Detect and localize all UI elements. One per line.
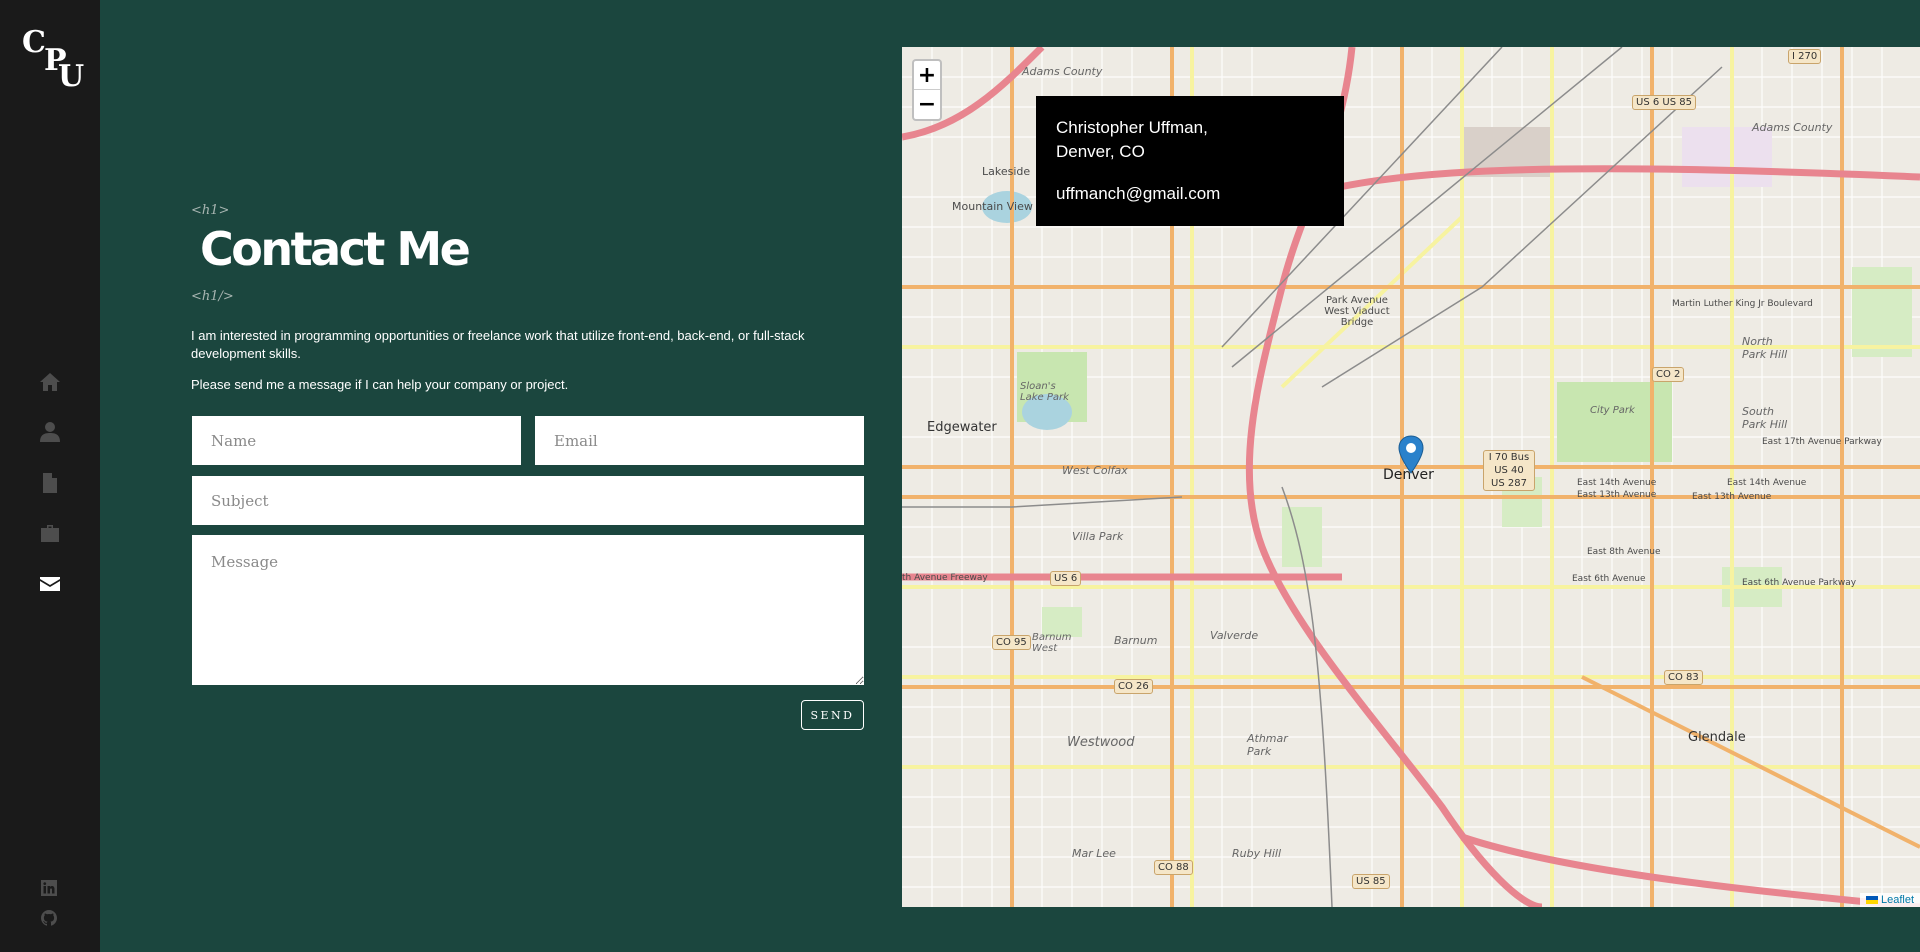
map-label: Barnum West xyxy=(1032,632,1072,654)
h1-open-tag: <h1> xyxy=(191,203,230,218)
info-email[interactable]: uffmanch@gmail.com xyxy=(1056,182,1324,206)
map-label: Lakeside xyxy=(982,165,1031,178)
nav-resume[interactable] xyxy=(36,469,64,497)
map-label: Mountain View xyxy=(952,200,1033,213)
h1-close-tag: <h1/> xyxy=(191,289,234,304)
zoom-in-button[interactable]: + xyxy=(914,61,940,90)
map-label: Edgewater xyxy=(927,420,997,435)
ukraine-flag-icon xyxy=(1865,896,1878,905)
site-logo[interactable]: C P U xyxy=(20,22,85,94)
linkedin-link[interactable] xyxy=(41,880,57,896)
map-label: Glendale xyxy=(1688,730,1746,745)
map-label: South Park Hill xyxy=(1742,405,1788,431)
zoom-out-button[interactable]: − xyxy=(914,90,940,119)
map-label: Adams County xyxy=(1752,121,1833,134)
highway-shield: CO 83 xyxy=(1664,670,1703,685)
send-button[interactable]: SEND xyxy=(801,700,864,730)
highway-shield: CO 26 xyxy=(1114,679,1153,694)
home-icon xyxy=(40,373,60,391)
sidebar: C P U xyxy=(0,0,100,952)
zoom-control: + − xyxy=(912,59,942,121)
map-label: East 13th Avenue xyxy=(1577,490,1657,500)
map-label: Adams County xyxy=(1022,65,1103,78)
map-label: West Colfax xyxy=(1062,464,1128,477)
name-input[interactable] xyxy=(192,416,521,465)
map-label: Valverde xyxy=(1210,629,1259,642)
nav-portfolio[interactable] xyxy=(36,520,64,548)
map-label: East 14th Avenue xyxy=(1727,478,1807,488)
map-label: East 13th Avenue xyxy=(1692,492,1772,502)
location-map[interactable]: Adams County Adams County Lakeside Mount… xyxy=(902,47,1920,907)
user-icon xyxy=(40,422,60,442)
map-label: Park Avenue West Viaduct Bridge xyxy=(1324,295,1390,328)
linkedin-icon xyxy=(41,880,57,896)
page-title: Contact Me xyxy=(200,222,471,276)
file-icon xyxy=(43,473,57,493)
highway-shield: CO 88 xyxy=(1154,860,1193,875)
map-label: Westwood xyxy=(1067,735,1135,750)
highway-shield: US 85 xyxy=(1352,874,1390,889)
logo-letter: U xyxy=(58,59,85,94)
highway-shield: US 6 US 85 xyxy=(1632,95,1696,110)
highway-shield: I 70 Bus US 40 US 287 xyxy=(1483,450,1535,491)
intro-cta-text: Please send me a message if I can help y… xyxy=(191,377,569,392)
info-name: Christopher Uffman, xyxy=(1056,118,1208,137)
github-link[interactable] xyxy=(41,910,57,926)
nav-contact[interactable] xyxy=(36,570,64,598)
info-location: Denver, CO xyxy=(1056,142,1145,161)
email-input[interactable] xyxy=(535,416,864,465)
logo-letter: C xyxy=(22,25,46,60)
map-label: East 14th Avenue xyxy=(1577,478,1657,488)
highway-shield: I 270 xyxy=(1788,49,1822,64)
map-label: Ruby Hill xyxy=(1232,847,1282,860)
map-label: Mar Lee xyxy=(1072,847,1116,860)
envelope-icon xyxy=(40,577,60,591)
map-label: Athmar Park xyxy=(1247,732,1288,758)
map-label: North Park Hill xyxy=(1742,335,1788,361)
nav-home[interactable] xyxy=(36,368,64,396)
highway-shield: CO 2 xyxy=(1652,367,1685,382)
intro-text: I am interested in programming opportuni… xyxy=(191,328,805,361)
map-label: Sloan's Lake Park xyxy=(1020,381,1069,403)
briefcase-icon xyxy=(41,525,59,542)
subject-input[interactable] xyxy=(192,476,864,525)
map-label: East 6th Avenue xyxy=(1572,574,1646,584)
map-label: Villa Park xyxy=(1072,530,1124,543)
nav-about[interactable] xyxy=(36,418,64,446)
contact-info-box: Christopher Uffman, Denver, CO uffmanch@… xyxy=(1036,96,1344,226)
attribution-link[interactable]: Leaflet xyxy=(1881,894,1914,906)
map-label: East 17th Avenue Parkway xyxy=(1762,437,1882,447)
map-attribution[interactable]: Leaflet xyxy=(1859,893,1920,907)
marker-city-label: Denver xyxy=(1383,467,1434,483)
map-label: th Avenue Freeway xyxy=(902,573,988,583)
map-label: Barnum xyxy=(1114,634,1158,647)
map-label: East 8th Avenue xyxy=(1587,547,1661,557)
message-textarea[interactable] xyxy=(192,535,864,685)
map-label: East 6th Avenue Parkway xyxy=(1742,578,1857,588)
map-label: City Park xyxy=(1590,405,1635,416)
highway-shield: US 6 xyxy=(1050,571,1082,586)
highway-shield: CO 95 xyxy=(992,635,1031,650)
github-icon xyxy=(41,910,57,926)
map-label: Martin Luther King Jr Boulevard xyxy=(1672,299,1813,309)
